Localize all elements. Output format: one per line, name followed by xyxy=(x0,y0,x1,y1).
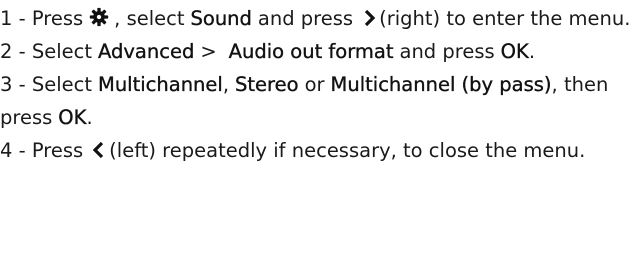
chevron-right-icon xyxy=(364,9,376,27)
step-3-period: . xyxy=(86,106,93,129)
step-3-intro: 3 - Select xyxy=(0,73,92,96)
step-1: 1 - Press , select Sound and press (right) t… xyxy=(0,2,644,35)
step-1-press: and press xyxy=(257,7,354,30)
step-2-intro: 2 - Select xyxy=(0,40,92,63)
audio-out-format-term: Audio out format xyxy=(228,40,394,63)
multichannel-option: Multichannel xyxy=(98,73,223,96)
step-2-press: and press xyxy=(399,40,495,63)
stereo-option: Stereo xyxy=(235,73,299,96)
advanced-menu-term: Advanced xyxy=(98,40,195,63)
step-4-intro: 4 - Press xyxy=(0,139,84,162)
gear-icon xyxy=(90,7,109,27)
multichannel-bypass-option: Multichannel (by pass) xyxy=(330,73,552,96)
step-2: 2 - Select Advanced > Audio out format and p… xyxy=(0,35,644,68)
step-1-intro: 1 - Press xyxy=(0,7,84,30)
sound-menu-term: Sound xyxy=(190,7,252,30)
ok-key-term: OK xyxy=(500,40,529,63)
instruction-text: 1 - Press, select Sound and press (right) t… xyxy=(0,2,644,167)
step-4-rest: (left) repeatedly if necessary, to close… xyxy=(109,139,586,162)
chevron-left-icon xyxy=(93,141,104,159)
step-3-comma: , xyxy=(222,73,230,96)
ok-key-term: OK xyxy=(58,106,87,129)
step-2-period: . xyxy=(528,40,536,63)
step-3: 3 - Select Multichannel, Stereo or Multichan… xyxy=(0,68,644,134)
step-2-separator: > xyxy=(200,40,217,63)
step-1-rest: (right) to enter the menu. xyxy=(379,7,631,30)
step-4: 4 - Press (left) repeatedly if necessary,… xyxy=(0,134,644,167)
step-3-or: or xyxy=(304,73,325,96)
step-1-select: , select xyxy=(114,7,185,30)
